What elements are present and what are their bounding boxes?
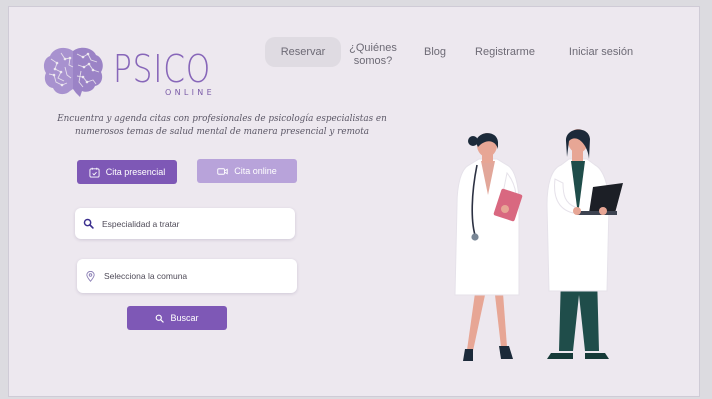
nav-quienes-line2: somos? — [353, 55, 393, 67]
search-icon — [83, 218, 94, 229]
doctors-illustration — [454, 129, 623, 361]
commune-input[interactable] — [104, 271, 274, 281]
commune-field[interactable] — [77, 259, 297, 293]
search-icon — [156, 314, 165, 323]
brand-logo[interactable]: PSICO ONLINE — [43, 45, 213, 107]
cita-online-label: Cita online — [234, 166, 277, 176]
brain-logo-icon — [43, 47, 103, 97]
nav-iniciar-sesion[interactable]: Iniciar sesión — [558, 46, 644, 59]
nav-reservar[interactable]: Reservar — [265, 37, 341, 67]
doctor-left-figure — [454, 133, 523, 361]
nav-quienes-line1: ¿Quiénes — [349, 42, 397, 54]
nav-quienes-somos[interactable]: ¿Quiénes somos? — [343, 42, 403, 68]
map-pin-icon — [86, 270, 95, 282]
cita-presencial-label: Cita presencial — [105, 167, 166, 177]
brand-name: PSICO — [113, 47, 212, 91]
calendar-icon — [89, 167, 100, 178]
specialty-input[interactable] — [102, 218, 272, 229]
video-camera-icon — [217, 167, 228, 175]
hero-tagline: Encuentra y agenda citas con profesional… — [57, 114, 387, 137]
page-frame: PSICO ONLINE Reservar ¿Quiénes somos? Bl… — [8, 6, 700, 397]
search-button[interactable]: Buscar — [127, 306, 227, 330]
brand-subtitle: ONLINE — [165, 88, 215, 97]
nav-registrarme[interactable]: Registrarme — [469, 46, 541, 59]
nav-blog[interactable]: Blog — [417, 46, 453, 59]
search-button-label: Buscar — [170, 313, 199, 323]
doctor-right-figure — [546, 129, 623, 359]
specialty-field[interactable] — [75, 208, 295, 239]
cita-presencial-button[interactable]: Cita presencial — [77, 160, 177, 184]
cita-online-button[interactable]: Cita online — [197, 159, 297, 183]
